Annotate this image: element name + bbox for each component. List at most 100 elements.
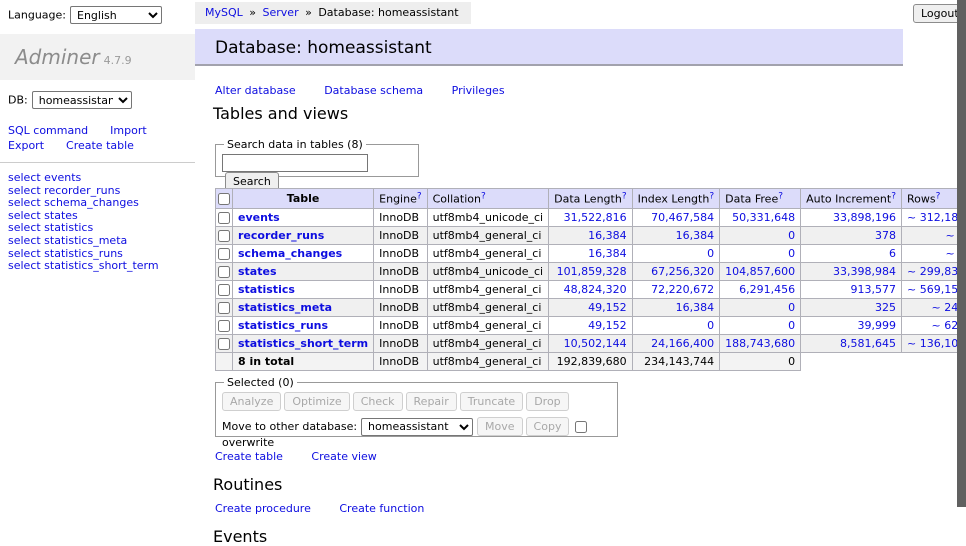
table-name-link[interactable]: events [238, 211, 280, 224]
breadcrumb-mysql-link[interactable]: MySQL [205, 6, 243, 19]
table-name-link[interactable]: states [238, 265, 277, 278]
create-procedure-link[interactable]: Create procedure [215, 502, 311, 515]
data-free-link[interactable]: 188,743,680 [725, 337, 795, 350]
auto-increment-link[interactable]: 6 [889, 247, 896, 260]
data-length-link[interactable]: 16,384 [588, 229, 627, 242]
overwrite-checkbox[interactable] [575, 421, 587, 433]
data-free-link[interactable]: 0 [788, 247, 795, 260]
auto-increment-cell: 8,581,645 [801, 334, 902, 352]
data-free-link[interactable]: 0 [788, 319, 795, 332]
data-length-link[interactable]: 16,384 [588, 247, 627, 260]
index-length-link[interactable]: 16,384 [676, 229, 715, 242]
vertical-scrollbar[interactable] [957, 0, 966, 543]
auto-increment-link[interactable]: 325 [875, 301, 896, 314]
data-length-cell: 49,152 [549, 316, 632, 334]
table-name-link[interactable]: recorder_runs [238, 229, 324, 242]
row-select-checkbox[interactable] [218, 302, 230, 314]
data-free-link[interactable]: 50,331,648 [732, 211, 795, 224]
total-data-free-cell: 0 [720, 352, 801, 370]
help-question-mark: ? [891, 191, 896, 201]
db-select[interactable]: homeassistant [32, 91, 132, 109]
sidebar-select-link[interactable]: select schema_changes [8, 197, 187, 210]
data-length-link[interactable]: 31,522,816 [564, 211, 627, 224]
repair-button[interactable]: Repair [406, 392, 457, 411]
column-help-link[interactable]: ? [481, 193, 486, 206]
index-length-link[interactable]: 0 [707, 247, 714, 260]
create-view-link[interactable]: Create view [311, 450, 376, 463]
table-name-link[interactable]: schema_changes [238, 247, 342, 260]
alter-database-link[interactable]: Alter database [215, 84, 296, 97]
data-length-link[interactable]: 101,859,328 [557, 265, 627, 278]
adminer-logo-text: Adminer [15, 45, 100, 69]
index-length-link[interactable]: 72,220,672 [651, 283, 714, 296]
adminer-version[interactable]: 4.7.9 [104, 54, 132, 67]
sidebar-select-link[interactable]: select events [8, 172, 187, 185]
row-select-checkbox[interactable] [218, 266, 230, 278]
select-all-checkbox[interactable] [218, 193, 230, 205]
drop-button[interactable]: Drop [526, 392, 568, 411]
data-free-link[interactable]: 0 [788, 229, 795, 242]
row-select-checkbox[interactable] [218, 230, 230, 242]
analyze-button[interactable]: Analyze [222, 392, 281, 411]
table-name-link[interactable]: statistics_meta [238, 301, 332, 314]
table-name-link[interactable]: statistics_runs [238, 319, 328, 332]
column-header-label: Rows [907, 193, 936, 206]
scrollbar-thumb[interactable] [957, 0, 966, 507]
database-schema-link[interactable]: Database schema [324, 84, 423, 97]
data-free-cell: 0 [720, 298, 801, 316]
table-row: statistics_runsInnoDButf8mb4_general_ci4… [216, 316, 966, 334]
sidebar-select-link[interactable]: select statistics_meta [8, 235, 187, 248]
data-free-link[interactable]: 104,857,600 [725, 265, 795, 278]
column-help-link[interactable]: ? [622, 193, 627, 206]
column-help-link[interactable]: ? [709, 193, 714, 206]
auto-increment-link[interactable]: 33,898,196 [833, 211, 896, 224]
privileges-link[interactable]: Privileges [452, 84, 505, 97]
import-link[interactable]: Import [110, 124, 147, 137]
data-free-link[interactable]: 0 [788, 301, 795, 314]
move-database-select[interactable]: homeassistant [361, 418, 473, 436]
row-select-checkbox[interactable] [218, 212, 230, 224]
auto-increment-link[interactable]: 378 [875, 229, 896, 242]
truncate-button[interactable]: Truncate [460, 392, 523, 411]
column-header-label: Engine [379, 193, 417, 206]
data-length-link[interactable]: 49,152 [588, 301, 627, 314]
engine-cell: InnoDB [374, 262, 427, 280]
table-name-link[interactable]: statistics_short_term [238, 337, 368, 350]
data-length-link[interactable]: 49,152 [588, 319, 627, 332]
export-link[interactable]: Export [8, 139, 44, 152]
auto-increment-link[interactable]: 39,999 [858, 319, 897, 332]
sidebar-select-link[interactable]: select statistics_short_term [8, 260, 187, 273]
row-select-checkbox[interactable] [218, 338, 230, 350]
optimize-button[interactable]: Optimize [284, 392, 349, 411]
auto-increment-link[interactable]: 8,581,645 [840, 337, 896, 350]
create-table-sidebar-link[interactable]: Create table [66, 139, 134, 152]
breadcrumb-server-link[interactable]: Server [263, 6, 299, 19]
create-function-link[interactable]: Create function [339, 502, 424, 515]
index-length-link[interactable]: 24,166,400 [651, 337, 714, 350]
index-length-link[interactable]: 0 [707, 319, 714, 332]
row-select-checkbox[interactable] [218, 284, 230, 296]
index-length-link[interactable]: 67,256,320 [651, 265, 714, 278]
copy-button[interactable]: Copy [526, 417, 570, 436]
search-input[interactable] [222, 154, 368, 172]
data-length-link[interactable]: 10,502,144 [564, 337, 627, 350]
index-length-link[interactable]: 16,384 [676, 301, 715, 314]
data-free-link[interactable]: 6,291,456 [739, 283, 795, 296]
search-fieldset: Search data in tables (8) Search [215, 138, 419, 177]
language-select[interactable]: English [70, 6, 162, 24]
column-help-link[interactable]: ? [417, 193, 422, 206]
column-help-link[interactable]: ? [936, 193, 941, 206]
auto-increment-link[interactable]: 33,398,984 [833, 265, 896, 278]
index-length-link[interactable]: 70,467,584 [651, 211, 714, 224]
row-select-checkbox[interactable] [218, 248, 230, 260]
sql-command-link[interactable]: SQL command [8, 124, 88, 137]
move-button[interactable]: Move [477, 417, 523, 436]
row-select-checkbox[interactable] [218, 320, 230, 332]
column-help-link[interactable]: ? [778, 193, 783, 206]
create-table-link[interactable]: Create table [215, 450, 283, 463]
table-name-link[interactable]: statistics [238, 283, 295, 296]
check-button[interactable]: Check [353, 392, 403, 411]
auto-increment-link[interactable]: 913,577 [851, 283, 897, 296]
data-length-link[interactable]: 48,824,320 [564, 283, 627, 296]
column-help-link[interactable]: ? [891, 193, 896, 206]
